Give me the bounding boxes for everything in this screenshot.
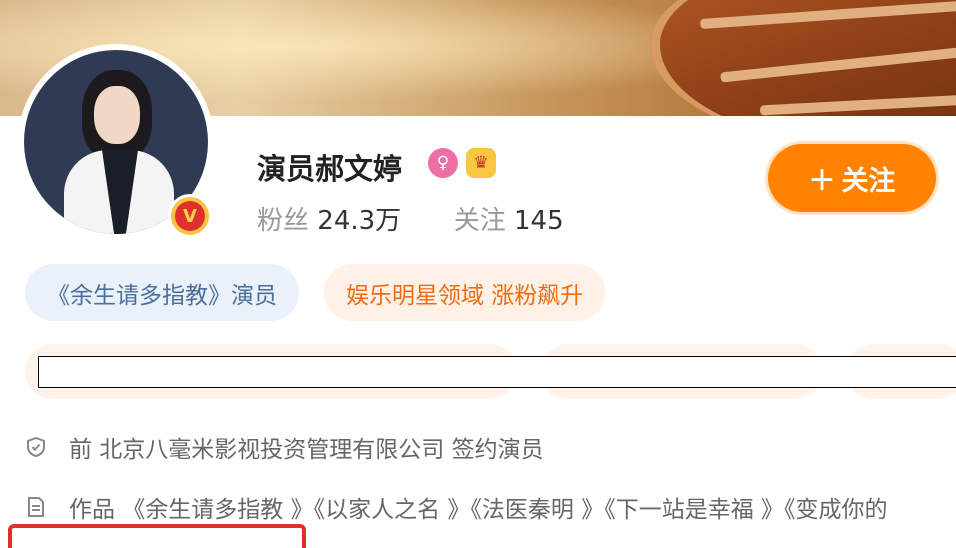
profile-name: 演员郝文婷 — [257, 152, 403, 186]
tag-label: 《余生请多指教》演员 — [47, 282, 277, 309]
follow-button[interactable]: ＋ 关注 — [768, 144, 936, 212]
highlight-red-box — [8, 524, 306, 548]
info-row-agency: 前 北京八毫米影视投资管理有限公司 签约演员 — [25, 430, 544, 464]
tag-ranking[interactable]: 娱乐明星领域 涨粉飙升 — [324, 264, 606, 321]
shield-icon — [25, 436, 47, 458]
document-icon — [25, 496, 47, 518]
following-count[interactable]: 145 — [514, 206, 564, 236]
tag-work-title[interactable]: 《余生请多指教》演员 — [25, 264, 299, 321]
plus-icon: ＋ — [808, 165, 836, 197]
following-label[interactable]: 关注 — [454, 206, 506, 236]
profile-stats: 粉丝 24.3万 关注 145 — [257, 200, 564, 237]
verified-badge-label: V — [175, 201, 205, 231]
blank-placeholder-box — [38, 356, 956, 388]
tag-label: 娱乐明星领域 涨粉飙升 — [346, 282, 584, 309]
fans-label[interactable]: 粉丝 — [257, 206, 309, 236]
info-row-works: 作品 《余生请多指教 》《以家人之名 》《法医秦明 》《下一站是幸福 》《变成你… — [25, 490, 888, 524]
female-icon[interactable]: ♀ — [428, 148, 458, 178]
verified-v-icon: V — [168, 194, 212, 238]
fans-count[interactable]: 24.3万 — [317, 206, 401, 236]
follow-button-label: 关注 — [841, 165, 896, 197]
info-text: 前 北京八毫米影视投资管理有限公司 签约演员 — [69, 437, 544, 463]
avatar-face — [94, 86, 140, 144]
info-text: 作品 《余生请多指教 》《以家人之名 》《法医秦明 》《下一站是幸福 》《变成你… — [69, 497, 888, 523]
crown-icon[interactable]: ♛ — [466, 148, 496, 178]
